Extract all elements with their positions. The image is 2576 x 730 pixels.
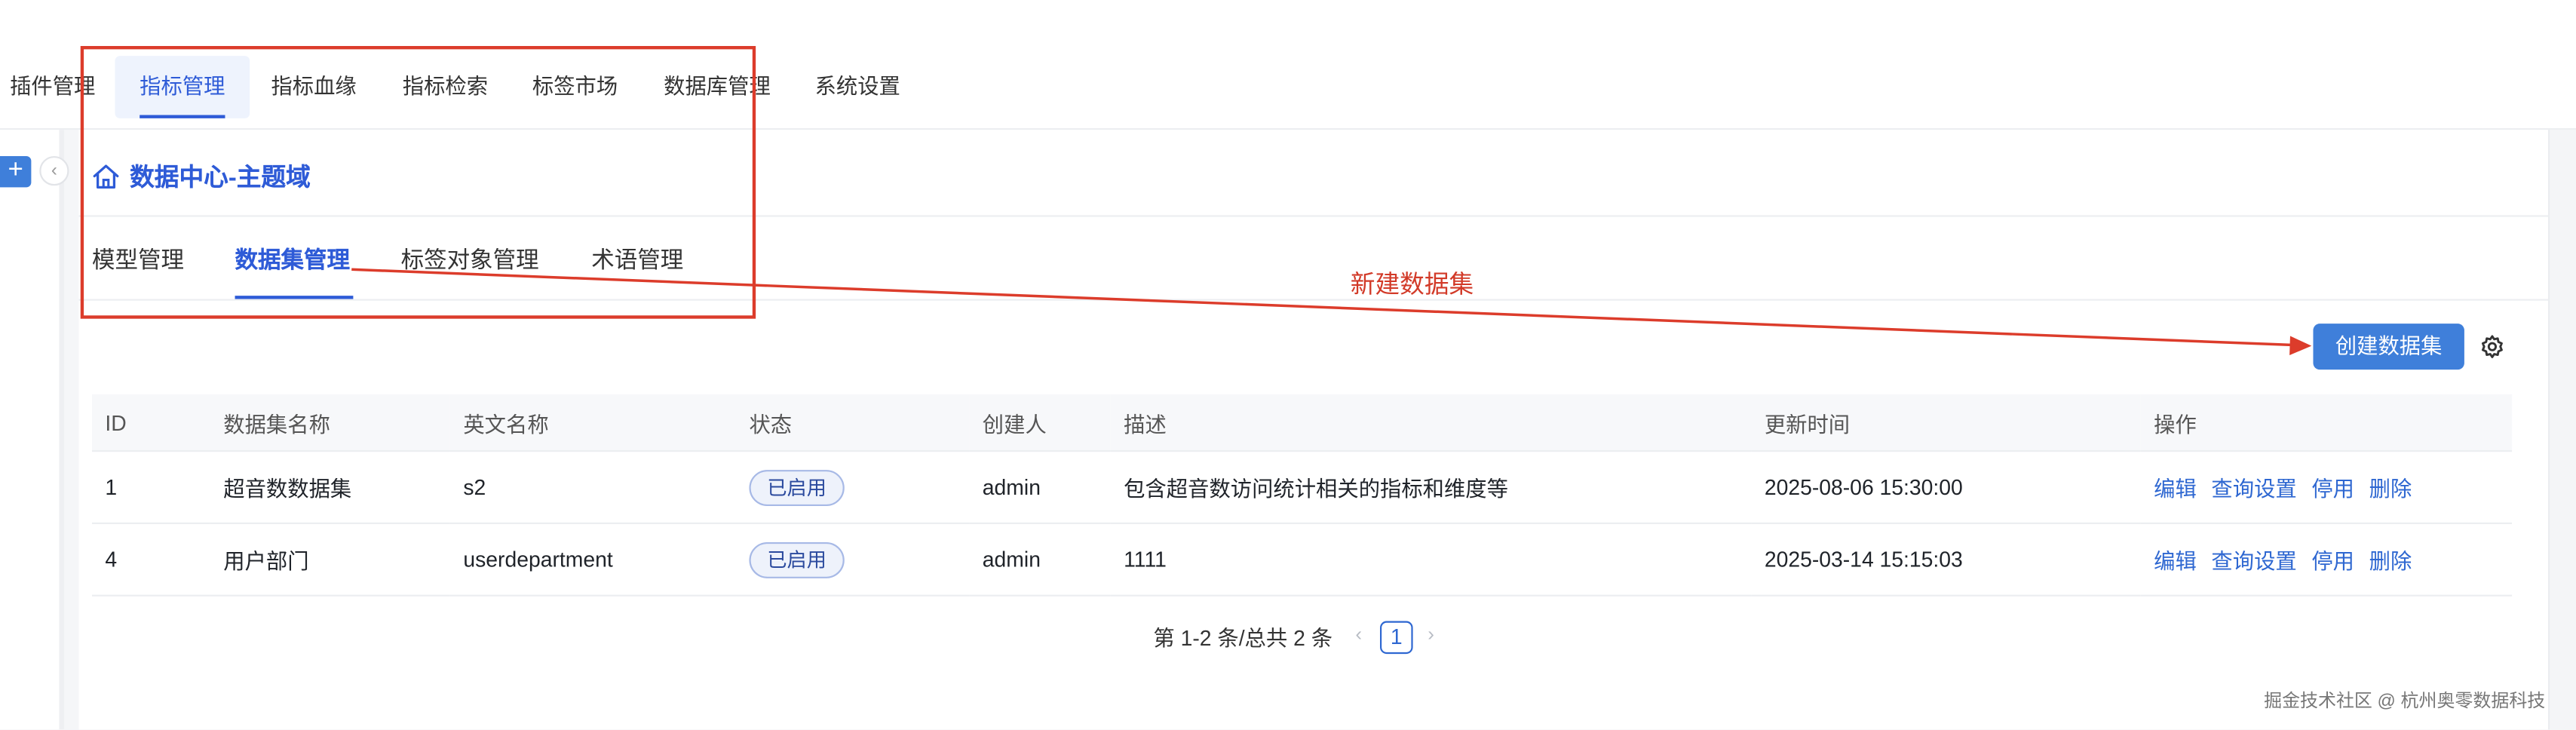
status-badge: 已启用 bbox=[749, 468, 845, 505]
query-settings-link[interactable]: 查询设置 bbox=[2211, 477, 2296, 501]
column-header-updated[interactable]: 更新时间 bbox=[1751, 394, 2141, 452]
column-header-description[interactable]: 描述 bbox=[1110, 394, 1752, 452]
column-header-actions: 操作 bbox=[2140, 394, 2513, 452]
cell-description: 1111 bbox=[1110, 523, 1752, 597]
delete-link[interactable]: 删除 bbox=[2369, 549, 2412, 574]
pagination-summary: 第 1-2 条/总共 2 条 bbox=[1153, 626, 1333, 651]
status-badge: 已启用 bbox=[749, 541, 845, 578]
cell-creator: admin bbox=[969, 523, 1111, 597]
cell-creator: admin bbox=[969, 451, 1111, 524]
annotation-label: 新建数据集 bbox=[1350, 271, 1474, 299]
column-header-creator[interactable]: 创建人 bbox=[969, 394, 1111, 452]
next-page-button[interactable]: › bbox=[1428, 623, 1434, 646]
cell-actions: 编辑 查询设置 停用 删除 bbox=[2140, 451, 2513, 524]
cell-id: 4 bbox=[92, 523, 210, 597]
cell-updated: 2025-03-14 15:15:03 bbox=[1751, 523, 2141, 597]
disable-link[interactable]: 停用 bbox=[2311, 549, 2354, 574]
delete-link[interactable]: 删除 bbox=[2369, 477, 2412, 501]
edit-link[interactable]: 编辑 bbox=[2154, 549, 2197, 574]
cell-en-name: userdepartment bbox=[449, 523, 737, 597]
cell-name: 超音数数据集 bbox=[210, 451, 450, 524]
create-dataset-button[interactable]: 创建数据集 bbox=[2313, 324, 2464, 370]
app-window: 插件管理 指标管理 指标血缘 指标检索 标签市场 数据库管理 系统设置 + ‹ … bbox=[0, 0, 2576, 730]
query-settings-link[interactable]: 查询设置 bbox=[2211, 549, 2296, 574]
cell-description: 包含超音数访问统计相关的指标和维度等 bbox=[1110, 451, 1752, 524]
cell-name: 用户部门 bbox=[210, 523, 450, 597]
disable-link[interactable]: 停用 bbox=[2311, 477, 2354, 501]
table-header-row: ID 数据集名称 英文名称 状态 创建人 描述 更新时间 操作 bbox=[92, 394, 2513, 452]
gear-icon[interactable] bbox=[2479, 333, 2506, 360]
watermark: 掘金技术社区 @ 杭州奥零数据科技 bbox=[2264, 692, 2546, 712]
cell-en-name: s2 bbox=[449, 451, 737, 524]
edit-link[interactable]: 编辑 bbox=[2154, 477, 2197, 501]
column-header-name[interactable]: 数据集名称 bbox=[210, 394, 450, 452]
annotation-arrow bbox=[351, 268, 2312, 356]
prev-page-button[interactable]: ‹ bbox=[1355, 623, 1362, 646]
column-header-id[interactable]: ID bbox=[92, 394, 210, 452]
cell-actions: 编辑 查询设置 停用 删除 bbox=[2140, 523, 2513, 597]
table-row: 1 超音数数据集 s2 已启用 admin 包含超音数访问统计相关的指标和维度等… bbox=[92, 451, 2513, 524]
cell-status: 已启用 bbox=[736, 523, 970, 597]
table-row: 4 用户部门 userdepartment 已启用 admin 1111 202… bbox=[92, 523, 2513, 597]
column-header-status[interactable]: 状态 bbox=[736, 394, 970, 452]
page-number-current[interactable]: 1 bbox=[1380, 621, 1413, 655]
column-header-en-name[interactable]: 英文名称 bbox=[449, 394, 737, 452]
cell-id: 1 bbox=[92, 451, 210, 524]
cell-status: 已启用 bbox=[736, 451, 970, 524]
dataset-table: ID 数据集名称 英文名称 状态 创建人 描述 更新时间 操作 1 超音数数据集… bbox=[92, 394, 2513, 597]
cell-updated: 2025-08-06 15:30:00 bbox=[1751, 451, 2141, 524]
